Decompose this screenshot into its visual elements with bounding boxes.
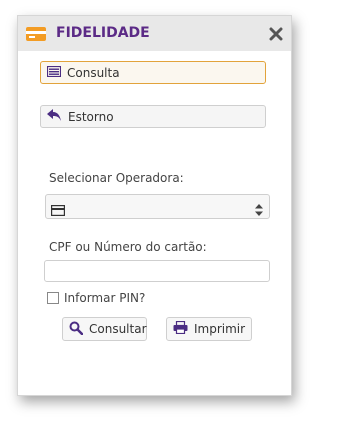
estorno-button[interactable]: Estorno: [40, 105, 266, 128]
cpf-label: CPF ou Número do cartão:: [49, 240, 207, 254]
consultar-button[interactable]: Consultar: [62, 317, 147, 341]
operadora-select[interactable]: [45, 194, 270, 219]
pin-checkbox[interactable]: [47, 292, 59, 304]
consulta-label: Consulta: [67, 65, 120, 80]
credit-card-icon: [26, 27, 46, 41]
pin-label: Informar PIN?: [64, 291, 146, 305]
imprimir-label: Imprimir: [194, 322, 246, 336]
operadora-label: Selecionar Operadora:: [49, 171, 184, 185]
printer-icon: [173, 320, 188, 337]
close-icon[interactable]: [269, 26, 283, 41]
consultar-label: Consultar: [89, 322, 147, 336]
imprimir-button[interactable]: Imprimir: [166, 317, 252, 341]
cpf-input[interactable]: [44, 260, 270, 282]
fidelidade-panel: FIDELIDADE Consulta Estorno Selecionar O…: [17, 15, 292, 396]
panel-header: FIDELIDADE: [18, 16, 291, 51]
search-icon: [69, 321, 84, 338]
estorno-label: Estorno: [68, 109, 114, 124]
select-arrows-icon: [255, 201, 263, 220]
reply-icon: [47, 109, 62, 124]
consulta-button[interactable]: Consulta: [40, 61, 266, 84]
panel-title: FIDELIDADE: [56, 25, 150, 41]
card-icon: [51, 201, 66, 220]
list-icon: [46, 65, 62, 80]
